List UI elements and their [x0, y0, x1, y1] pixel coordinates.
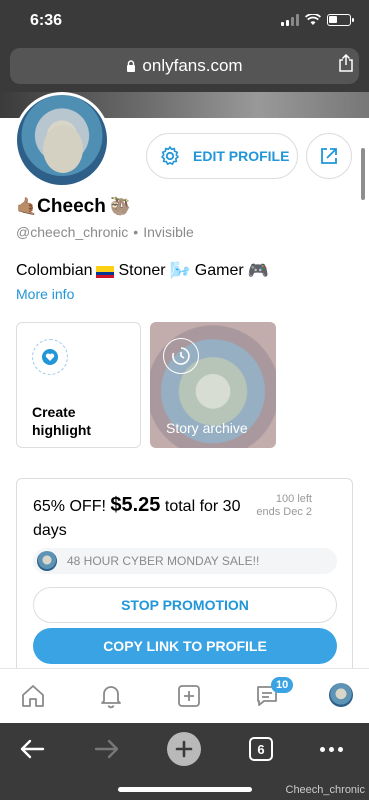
bell-icon	[101, 686, 121, 709]
copy-link-button[interactable]: COPY LINK TO PROFILE	[33, 628, 337, 664]
edit-profile-label: EDIT PROFILE	[193, 148, 290, 164]
status-bar: 6:36	[0, 0, 369, 44]
more-info-link[interactable]: More info	[16, 286, 74, 302]
forward-arrow-icon	[94, 739, 119, 759]
share-arrow-icon	[321, 148, 337, 164]
name-emoji-right: 🦥	[109, 197, 131, 217]
edit-profile-button[interactable]: EDIT PROFILE	[146, 133, 298, 179]
promo-end-date: ends Dec 2	[256, 506, 312, 518]
status-time: 6:36	[30, 12, 63, 29]
nav-home[interactable]	[18, 681, 48, 711]
gamepad-icon: 🎮	[247, 261, 269, 281]
browser-address-area: onlyfans.com	[0, 44, 369, 92]
home-icon	[22, 685, 44, 707]
display-name: Cheech	[37, 196, 106, 217]
promotion-card: 65% OFF! $5.25 total for 30 days 100 lef…	[16, 478, 353, 678]
bio: Colombian Stoner 🌬️ Gamer 🎮	[16, 261, 269, 281]
forward-button[interactable]	[89, 731, 125, 767]
profile-name: 🤙🏽 Cheech 🦥	[16, 196, 131, 218]
nav-profile-avatar[interactable]	[329, 683, 353, 707]
more-button[interactable]	[313, 731, 349, 767]
plus-icon	[167, 732, 201, 766]
story-archive-card[interactable]: Story archive	[150, 322, 276, 448]
battery-icon	[327, 14, 354, 26]
create-highlight-label: Create highlight	[32, 404, 92, 438]
add-post-icon	[178, 685, 200, 707]
messages-badge: 10	[271, 677, 294, 693]
username: @cheech_chronic	[16, 224, 129, 240]
new-tab-button[interactable]	[166, 731, 202, 767]
watermark: Cheech_chronic	[285, 784, 366, 796]
clock-icon	[163, 338, 199, 374]
create-highlight-card[interactable]: Create highlight	[16, 322, 141, 448]
tabs-button[interactable]: 6	[243, 731, 279, 767]
sale-message: 48 HOUR CYBER MONDAY SALE!!	[33, 548, 337, 574]
promo-discount: 65% OFF!	[33, 498, 106, 515]
home-indicator	[118, 787, 252, 792]
promotion-title: 65% OFF! $5.25 total for 30 days	[33, 493, 253, 543]
more-dots-icon	[319, 746, 343, 752]
wifi-icon	[305, 14, 321, 25]
heart-icon	[32, 339, 68, 375]
tab-count: 6	[249, 737, 273, 761]
status-icons	[281, 14, 354, 26]
promo-left-count: 100 left	[275, 493, 312, 505]
wind-icon: 🌬️	[169, 261, 191, 281]
handle-row: @cheech_chronic • Invisible	[16, 224, 194, 240]
profile-avatar[interactable]	[14, 92, 110, 188]
signal-icon	[281, 14, 299, 26]
colombia-flag-icon	[96, 265, 115, 278]
nav-notifications[interactable]	[96, 681, 126, 711]
avatar	[37, 551, 57, 571]
bottom-nav: 10	[0, 668, 369, 723]
gear-icon	[161, 146, 179, 165]
scrollbar[interactable]	[361, 148, 365, 200]
promo-remaining: 100 left ends Dec 2	[256, 493, 312, 519]
bio-part-2: Stoner	[118, 262, 166, 279]
online-status: Invisible	[143, 224, 194, 240]
back-arrow-icon	[20, 739, 45, 759]
bio-part-1: Colombian	[16, 262, 93, 279]
name-emoji-left: 🤙🏽	[16, 197, 38, 217]
url-text: onlyfans.com	[142, 56, 243, 75]
share-profile-button[interactable]	[306, 133, 352, 179]
share-icon[interactable]	[337, 54, 355, 72]
url-bar[interactable]: onlyfans.com	[10, 48, 359, 84]
story-archive-label: Story archive	[166, 420, 248, 436]
back-button[interactable]	[14, 731, 50, 767]
sale-label: 48 HOUR CYBER MONDAY SALE!!	[67, 554, 260, 568]
bio-part-3: Gamer	[194, 262, 244, 279]
nav-new-post[interactable]	[174, 681, 204, 711]
stop-promotion-button[interactable]: STOP PROMOTION	[33, 587, 337, 623]
lock-icon	[127, 60, 136, 72]
promo-price: $5.25	[110, 494, 161, 516]
